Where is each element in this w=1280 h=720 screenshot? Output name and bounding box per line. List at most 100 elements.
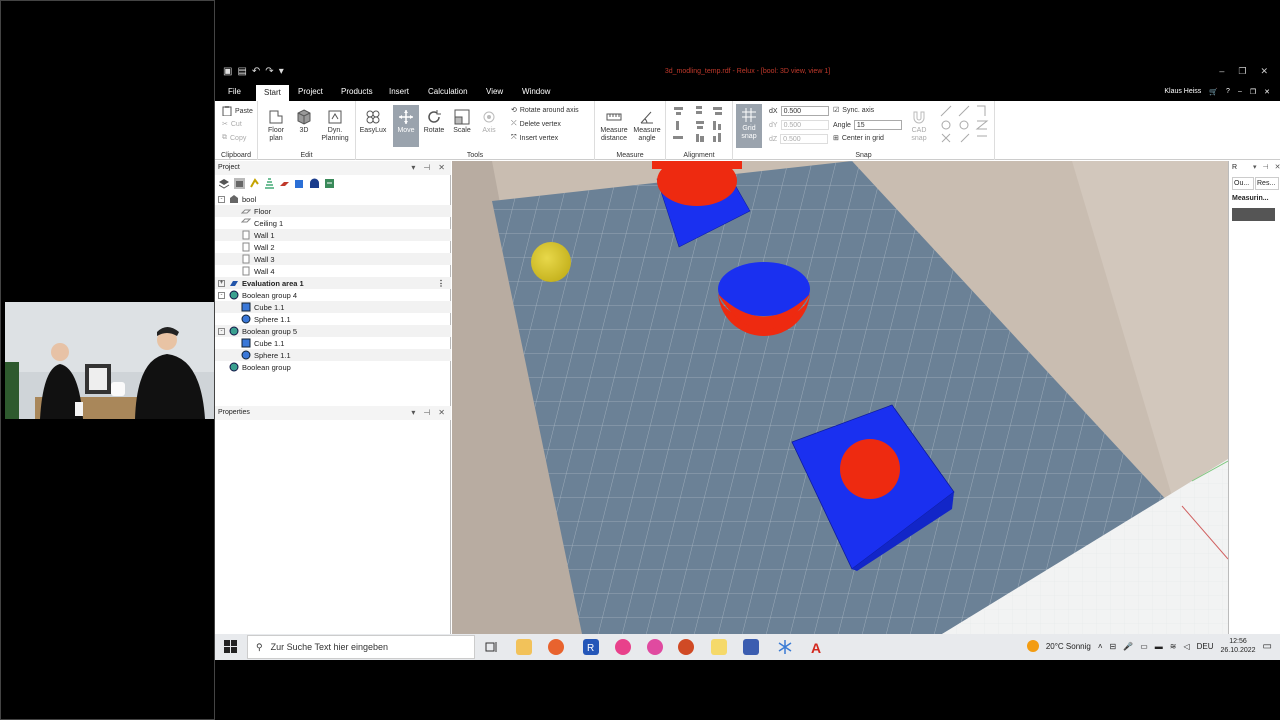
snowflake-icon[interactable] [777, 639, 793, 655]
dyn-planning-button[interactable]: Dyn. Planning [318, 109, 352, 143]
language-indicator[interactable]: DEU [1197, 642, 1214, 651]
axis-button[interactable]: Axis [477, 109, 501, 135]
tree-item[interactable]: Cube 1.1 [215, 301, 451, 313]
stairs-icon[interactable] [264, 178, 275, 189]
tree-item[interactable]: Wall 2 [215, 241, 451, 253]
tab-products[interactable]: Products [341, 87, 373, 96]
clock[interactable]: 12:56 26.10.2022 [1221, 637, 1256, 655]
tree-item[interactable]: Wall 1 [215, 229, 451, 241]
tree-item[interactable]: + Evaluation area 1 ⋮ [215, 277, 451, 289]
tab-output[interactable]: Ou... [1232, 177, 1254, 190]
luminaire-icon[interactable] [249, 178, 260, 189]
view-mode-icon[interactable] [234, 178, 245, 189]
cad-snap-button[interactable]: CAD snap [906, 109, 932, 143]
tree-item[interactable]: Sphere 1.1 [215, 313, 451, 325]
surface-icon[interactable] [279, 178, 290, 189]
tab-insert[interactable]: Insert [389, 87, 409, 96]
app-pink-icon[interactable] [615, 639, 631, 655]
powerpoint-icon[interactable] [678, 639, 694, 655]
dy-input[interactable]: 0.500 [780, 120, 829, 130]
cube-blue-icon[interactable] [294, 178, 305, 189]
tree-item[interactable]: Wall 4 [215, 265, 451, 277]
tree-item[interactable]: - bool [215, 193, 451, 205]
battery-icon[interactable]: ▬ [1155, 642, 1163, 651]
minimize-icon[interactable]: – [1219, 66, 1224, 77]
cad-snap-options-icons[interactable] [937, 104, 991, 148]
right-panel-pin-icon[interactable]: ⊣ [1263, 163, 1269, 171]
weather-text[interactable]: 20°C Sonnig [1046, 642, 1091, 651]
scale-button[interactable]: Scale [449, 109, 475, 135]
properties-dropdown-icon[interactable]: ▾ [411, 408, 415, 417]
tab-window[interactable]: Window [522, 87, 550, 96]
collapse-icon[interactable]: - [218, 195, 225, 203]
ribbon-minimize-icon[interactable]: – [1238, 88, 1242, 96]
chevron-up-icon[interactable]: ˄ [1098, 642, 1103, 651]
angle-field[interactable]: Angle 15 [833, 120, 902, 130]
expand-icon[interactable]: + [218, 279, 225, 287]
grid-snap-button[interactable]: Grid snap [736, 104, 762, 148]
measuring-item[interactable]: Measurin... [1232, 195, 1269, 202]
tab-results[interactable]: Res... [1255, 177, 1279, 190]
volume-icon[interactable]: ◁ [1183, 642, 1189, 651]
measure-angle-button[interactable]: Measure angle [631, 109, 663, 143]
app-blue-icon[interactable] [743, 639, 759, 655]
notes-icon[interactable] [711, 639, 727, 655]
tab-calculation[interactable]: Calculation [428, 87, 468, 96]
close-icon[interactable]: ✕ [1260, 66, 1268, 77]
tab-project[interactable]: Project [298, 87, 323, 96]
insert-vertex-button[interactable]: ⤧ Insert vertex [511, 134, 558, 142]
microphone-icon[interactable]: 🎤 [1123, 642, 1133, 651]
3d-button[interactable]: 3D [292, 109, 316, 135]
arch-icon[interactable] [309, 178, 320, 189]
dz-field[interactable]: dZ 0.500 [769, 134, 829, 144]
angle-input[interactable]: 15 [853, 120, 902, 130]
easylux-button[interactable]: EasyLux [358, 109, 388, 135]
tree-item[interactable]: Sphere 1.1 [215, 349, 451, 361]
tree-item[interactable]: Boolean group [215, 361, 451, 373]
tree-item[interactable]: - Boolean group 5 [215, 325, 451, 337]
firefox-icon[interactable] [548, 639, 564, 655]
panel-pin-icon[interactable]: ⊣ [423, 163, 430, 172]
display-icon[interactable]: ▭ [1140, 642, 1148, 651]
tab-start[interactable]: Start [256, 85, 289, 101]
properties-pin-icon[interactable]: ⊣ [423, 408, 430, 417]
restore-icon[interactable]: ❐ [1238, 66, 1246, 77]
3d-viewport[interactable] [452, 161, 1228, 634]
right-panel-dropdown-icon[interactable]: ▾ [1253, 163, 1257, 171]
tree-item[interactable]: Ceiling 1 [215, 217, 451, 229]
rotate-button[interactable]: Rotate [421, 109, 447, 135]
tree-item[interactable]: Floor [215, 205, 451, 217]
cut-button[interactable]: ✂ Cut [222, 120, 242, 129]
more-options-icon[interactable]: ⋮ [437, 279, 445, 288]
relux-app-icon[interactable]: R [583, 639, 599, 655]
rotate-around-axis-button[interactable]: ⟲ Rotate around axis [511, 106, 579, 115]
tree-item[interactable]: Cube 1.1 [215, 337, 451, 349]
move-button[interactable]: Move [393, 105, 419, 147]
floor-plan-button[interactable]: Floor plan [262, 109, 290, 143]
file-explorer-icon[interactable] [516, 639, 532, 655]
layers-icon[interactable] [218, 178, 230, 189]
center-in-grid-button[interactable]: ⊞ Center in grid [833, 134, 884, 143]
taskbar-search[interactable]: ⚲ Zur Suche Text hier eingeben [247, 635, 475, 659]
panel-close-icon[interactable]: ✕ [438, 163, 445, 172]
delete-vertex-button[interactable]: ⤫ Delete vertex [511, 120, 561, 128]
acrobat-icon[interactable]: A [809, 639, 825, 656]
notification-icon[interactable]: ▭ [1263, 641, 1272, 652]
cart-icon[interactable]: 🛒 [1209, 88, 1218, 96]
panel-dropdown-icon[interactable]: ▾ [411, 163, 415, 172]
copy-button[interactable]: ⧉ Copy [222, 134, 246, 142]
help-icon[interactable]: ? [1226, 88, 1230, 96]
export-icon[interactable] [324, 178, 335, 189]
tab-view[interactable]: View [486, 87, 503, 96]
alignment-icons[interactable] [666, 103, 733, 151]
dx-input[interactable]: 0.500 [780, 106, 829, 116]
right-panel-close-icon[interactable]: ✕ [1275, 163, 1280, 171]
paste-button[interactable]: Paste [222, 106, 253, 117]
app-beta-icon[interactable] [647, 639, 663, 655]
measure-distance-button[interactable]: Measure distance [598, 109, 630, 143]
ribbon-close-icon[interactable]: ✕ [1264, 88, 1270, 96]
sync-axis-checkbox[interactable]: ☑ Sync. axis [833, 106, 874, 115]
dx-field[interactable]: dX 0.500 [769, 106, 829, 116]
wifi-icon[interactable]: ≋ [1170, 642, 1177, 651]
task-view-icon[interactable] [484, 639, 500, 655]
